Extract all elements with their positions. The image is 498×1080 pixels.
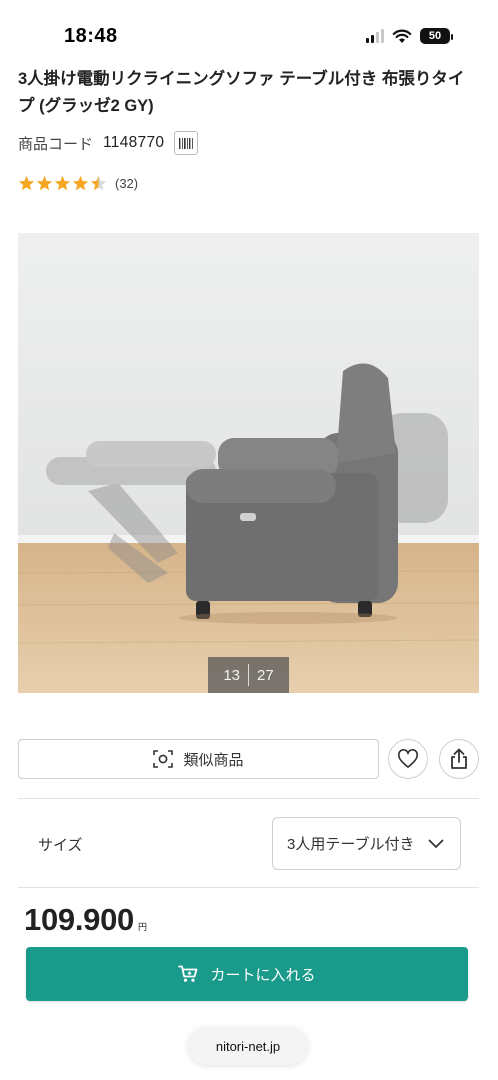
image-counter: 13 27 [208, 657, 289, 693]
counter-separator [248, 664, 249, 686]
add-to-cart-label: カートに入れる [210, 966, 316, 984]
size-label: サイズ [38, 837, 83, 854]
half-star-icon [90, 175, 107, 191]
wifi-icon [392, 29, 412, 43]
divider [18, 887, 479, 888]
star-icon [54, 175, 71, 191]
barcode-button[interactable] [174, 131, 199, 155]
price-unit: 円 [137, 922, 147, 932]
status-icons: 50 [366, 28, 453, 44]
chevron-down-icon [429, 839, 444, 848]
star-icon [18, 175, 35, 191]
product-image-gallery[interactable]: 13 27 [18, 233, 479, 693]
battery-level: 50 [428, 29, 442, 42]
size-select[interactable]: 3人用テーブル付き [272, 817, 461, 870]
price-value: 109.900 [24, 902, 134, 937]
rating-count: (32) [115, 175, 139, 191]
size-selected-value: 3人用テーブル付き [287, 836, 415, 853]
share-button[interactable] [439, 739, 479, 779]
rating-row[interactable]: (32) [18, 175, 138, 191]
image-total: 27 [257, 666, 274, 684]
image-current: 13 [223, 666, 240, 684]
product-photo [18, 233, 479, 693]
similar-products-label: 類似商品 [183, 751, 244, 769]
star-icon [36, 175, 53, 191]
cart-icon [178, 965, 198, 982]
share-icon [451, 748, 467, 769]
url-domain: nitori-net.jp [215, 1038, 281, 1054]
url-bar[interactable]: nitori-net.jp [188, 1027, 308, 1065]
status-bar: 18:48 50 [0, 0, 498, 60]
star-icon [72, 175, 89, 191]
product-code-row: 商品コード 1148770 [18, 131, 199, 155]
price: 109.900 円 [24, 902, 147, 938]
status-time: 18:48 [64, 25, 118, 47]
product-title: 3人掛け電動リクライニングソファ テーブル付き 布張りタイプ (グラッゼ2 GY… [18, 70, 465, 115]
battery-icon: 50 [420, 28, 453, 44]
rating-stars [18, 175, 107, 191]
add-to-cart-button[interactable]: カートに入れる [26, 947, 468, 1001]
barcode-icon [179, 137, 194, 149]
favorite-button[interactable] [388, 739, 428, 779]
camera-scan-icon [153, 750, 174, 768]
signal-icon [366, 29, 384, 43]
product-code-label: 商品コード [18, 135, 94, 153]
similar-products-button[interactable]: 類似商品 [18, 739, 379, 779]
product-code-value: 1148770 [103, 134, 165, 151]
divider [18, 798, 479, 799]
heart-icon [398, 749, 418, 768]
